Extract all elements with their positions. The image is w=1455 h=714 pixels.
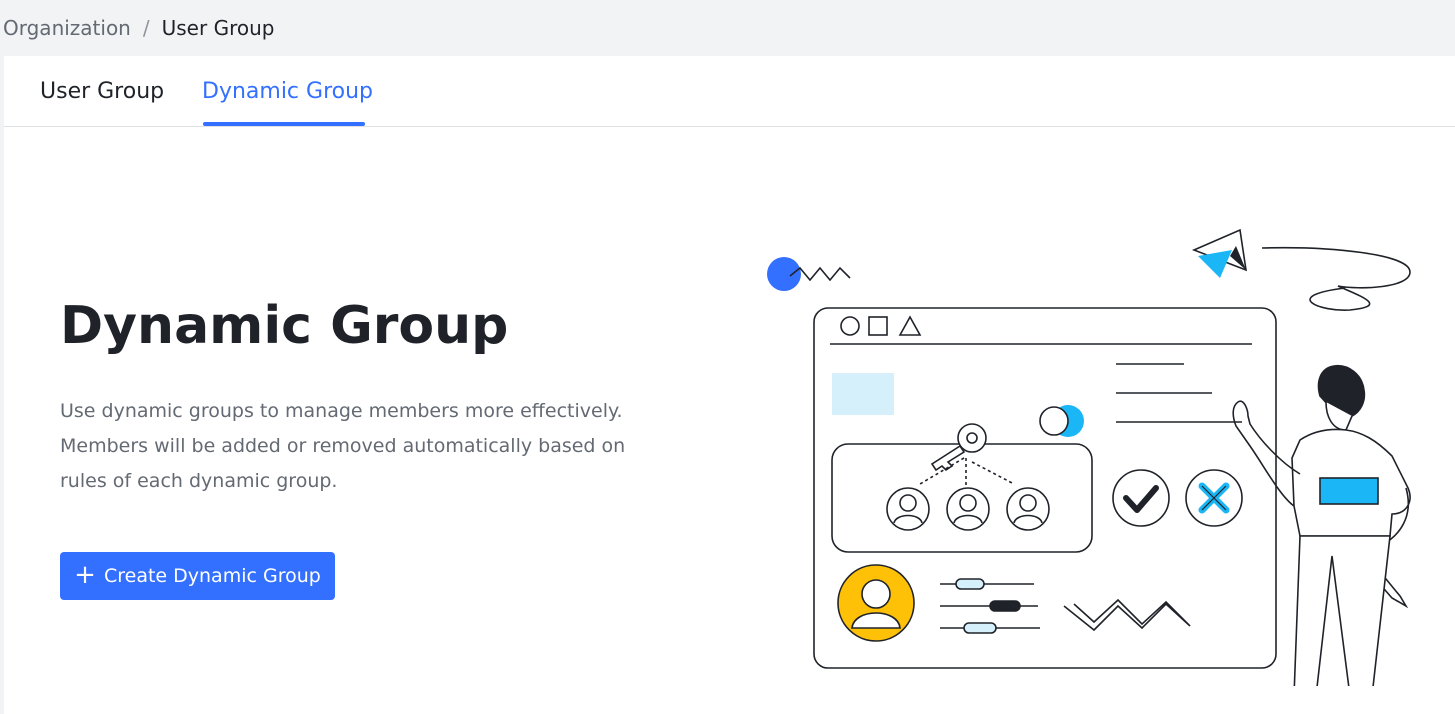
create-dynamic-group-label: Create Dynamic Group <box>103 565 321 587</box>
user-avatar-icon <box>1006 487 1050 531</box>
user-avatar-icon <box>946 487 990 531</box>
dynamic-group-illustration <box>767 228 1411 686</box>
breadcrumb-organization-link[interactable]: Organization <box>3 16 131 40</box>
profile-avatar-icon <box>837 564 915 642</box>
check-icon <box>1112 469 1170 527</box>
breadcrumb-current: User Group <box>161 16 275 40</box>
close-icon <box>1185 469 1243 527</box>
paper-plane-icon <box>1191 228 1247 278</box>
page-description: Use dynamic groups to manage members mor… <box>60 400 626 492</box>
breadcrumb-separator: / <box>142 16 150 40</box>
user-avatar-icon <box>886 487 930 531</box>
create-dynamic-group-button[interactable]: + Create Dynamic Group <box>60 552 335 600</box>
tab-user-group[interactable]: User Group <box>40 56 164 126</box>
plus-icon: + <box>74 559 96 590</box>
tab-dynamic-group[interactable]: Dynamic Group <box>202 56 373 126</box>
tab-bar: User Group Dynamic Group <box>4 56 1455 127</box>
breadcrumb: Organization / User Group <box>3 0 274 56</box>
page-title: Dynamic Group <box>60 296 509 356</box>
active-tab-indicator <box>203 122 365 126</box>
main-panel: User Group Dynamic Group Dynamic Group U… <box>4 56 1455 714</box>
